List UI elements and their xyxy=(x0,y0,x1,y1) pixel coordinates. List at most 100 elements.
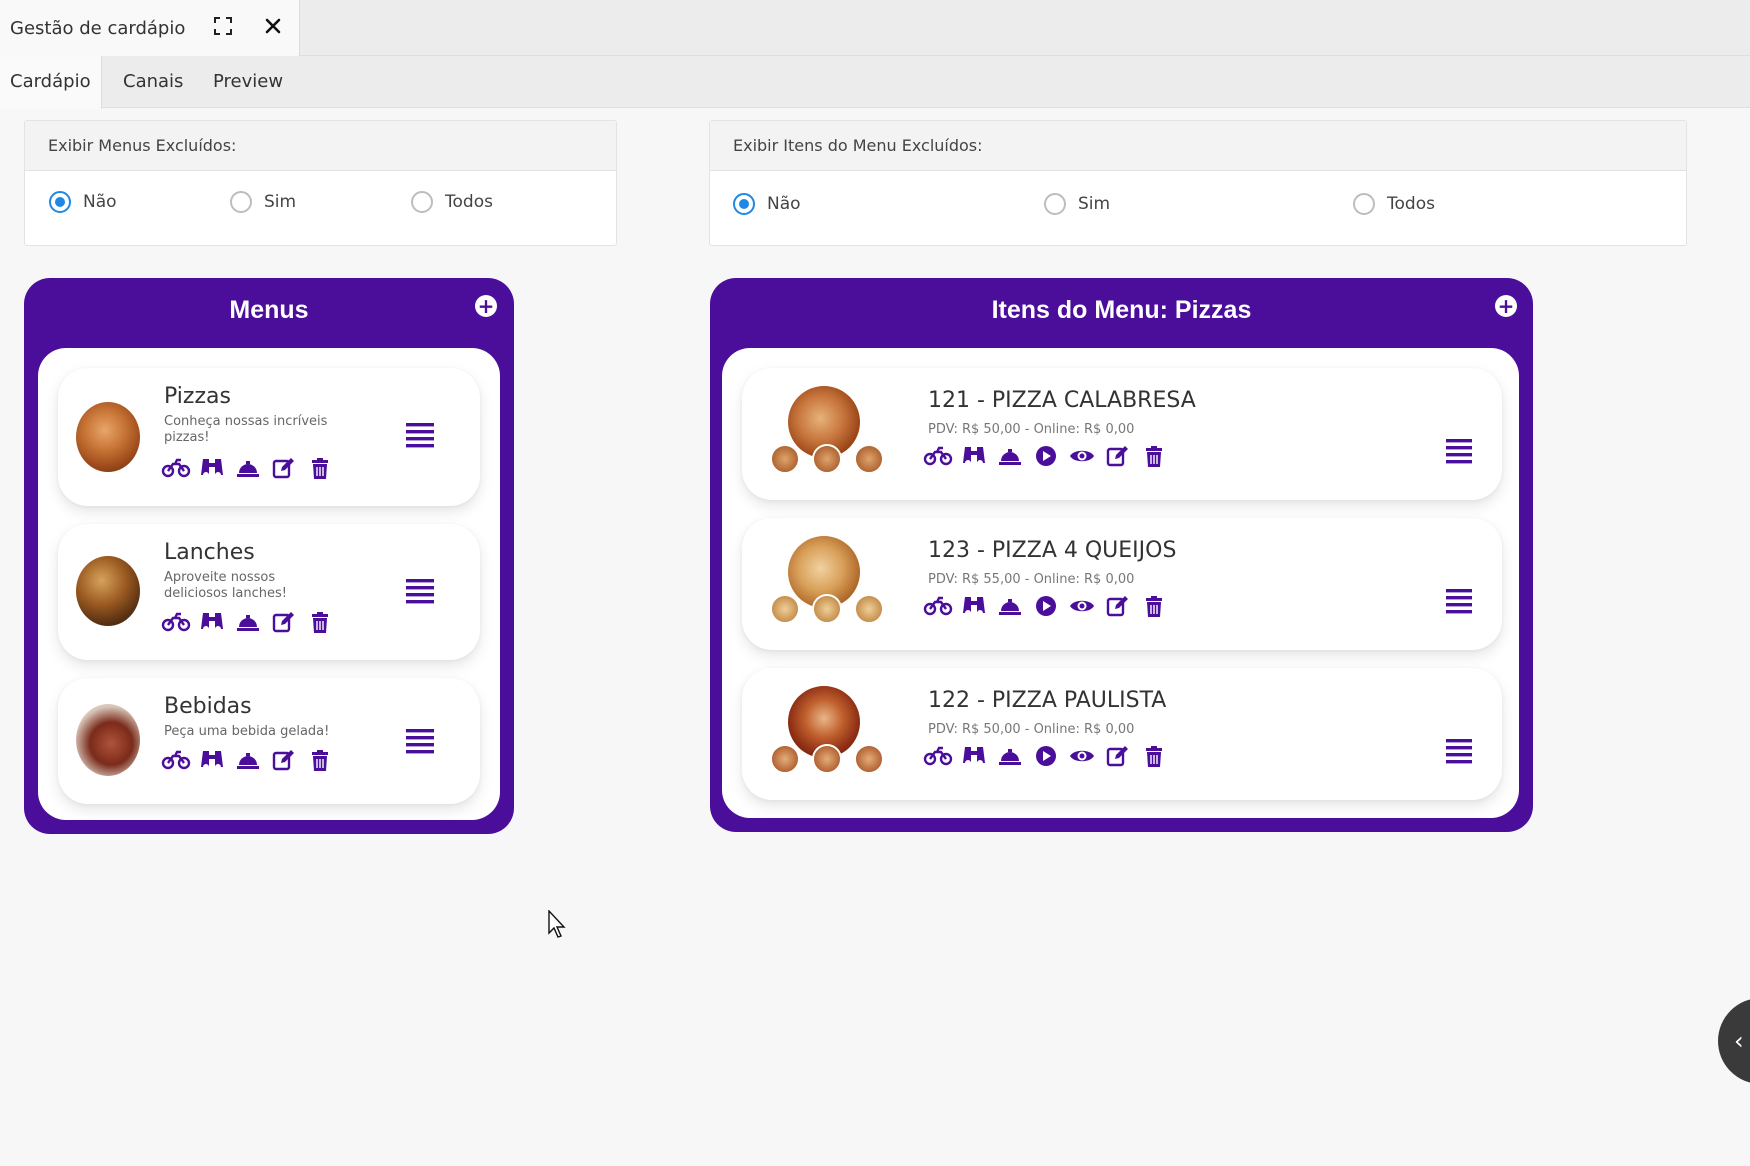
hamburger-icon[interactable] xyxy=(406,578,434,608)
plus-circle-icon[interactable]: + xyxy=(475,295,497,317)
cloche-icon[interactable] xyxy=(230,746,266,774)
item-photo-thumb[interactable] xyxy=(812,444,842,474)
item-card-calabresa[interactable]: 121 - PIZZA CALABRESA PDV: R$ 50,00 - On… xyxy=(742,368,1502,500)
eye-icon[interactable] xyxy=(1064,442,1100,470)
radio-dot[interactable] xyxy=(49,191,71,213)
radio-label: Não xyxy=(83,192,117,212)
item-card-paulista[interactable]: 122 - PIZZA PAULISTA PDV: R$ 50,00 - Onl… xyxy=(742,668,1502,800)
menu-actions xyxy=(158,746,338,774)
radio-items-sim[interactable]: Sim xyxy=(1044,193,1110,215)
radio-menus-todos[interactable]: Todos xyxy=(411,191,493,213)
motorcycle-icon[interactable] xyxy=(158,608,194,636)
item-photo-thumb[interactable] xyxy=(812,594,842,624)
cloche-icon[interactable] xyxy=(230,608,266,636)
item-photo-thumb[interactable] xyxy=(854,444,884,474)
hamburger-icon[interactable] xyxy=(406,422,434,452)
edit-icon[interactable] xyxy=(266,608,302,636)
binoculars-icon[interactable] xyxy=(956,742,992,770)
tab-canais[interactable]: Canais xyxy=(113,56,193,108)
motorcycle-icon[interactable] xyxy=(158,746,194,774)
trash-icon[interactable] xyxy=(1136,442,1172,470)
item-photo-thumb[interactable] xyxy=(854,744,884,774)
item-photo-thumb[interactable] xyxy=(770,594,800,624)
cloche-icon[interactable] xyxy=(992,442,1028,470)
menu-name: Bebidas xyxy=(164,694,252,719)
cloche-icon[interactable] xyxy=(230,454,266,482)
radio-dot[interactable] xyxy=(1044,193,1066,215)
trash-icon[interactable] xyxy=(302,454,338,482)
binoculars-icon[interactable] xyxy=(194,608,230,636)
item-actions xyxy=(920,742,1172,770)
radio-menus-sim[interactable]: Sim xyxy=(230,191,296,213)
menu-card-lanches[interactable]: Lanches Aproveite nossos deliciosos lanc… xyxy=(58,524,480,660)
eye-icon[interactable] xyxy=(1064,742,1100,770)
item-photo-thumb[interactable] xyxy=(854,594,884,624)
trash-icon[interactable] xyxy=(1136,592,1172,620)
window-tab[interactable]: Gestão de cardápio xyxy=(0,0,300,56)
radio-items-todos[interactable]: Todos xyxy=(1353,193,1435,215)
expand-icon[interactable] xyxy=(213,16,233,41)
hamburger-icon[interactable] xyxy=(406,728,434,758)
radio-dot[interactable] xyxy=(733,193,755,215)
tab-cardapio[interactable]: Cardápio xyxy=(0,56,102,109)
hamburger-icon[interactable] xyxy=(1446,738,1472,768)
menu-name: Lanches xyxy=(164,540,255,565)
mouse-cursor-icon xyxy=(548,909,568,944)
radio-dot[interactable] xyxy=(230,191,252,213)
edit-icon[interactable] xyxy=(266,746,302,774)
close-icon[interactable] xyxy=(264,16,282,40)
motorcycle-icon[interactable] xyxy=(920,442,956,470)
radio-menus-nao[interactable]: Não xyxy=(49,191,117,213)
item-price: PDV: R$ 50,00 - Online: R$ 0,00 xyxy=(928,722,1135,737)
radio-label: Todos xyxy=(1387,194,1435,214)
edit-icon[interactable] xyxy=(1100,442,1136,470)
menu-name: Pizzas xyxy=(164,384,231,409)
chevron-left-icon[interactable]: ‹ xyxy=(1718,998,1750,1084)
item-price: PDV: R$ 50,00 - Online: R$ 0,00 xyxy=(928,422,1135,437)
trash-icon[interactable] xyxy=(302,746,338,774)
menu-card-bebidas[interactable]: Bebidas Peça uma bebida gelada! xyxy=(58,678,480,804)
eye-icon[interactable] xyxy=(1064,592,1100,620)
radio-label: Não xyxy=(767,194,801,214)
radio-dot[interactable] xyxy=(1353,193,1375,215)
motorcycle-icon[interactable] xyxy=(920,592,956,620)
item-photo-thumb[interactable] xyxy=(770,744,800,774)
cloche-icon[interactable] xyxy=(992,592,1028,620)
filter-items-excluded: Exibir Itens do Menu Excluídos: Não Sim … xyxy=(709,120,1687,246)
play-icon[interactable] xyxy=(1028,442,1064,470)
play-icon[interactable] xyxy=(1028,742,1064,770)
motorcycle-icon[interactable] xyxy=(920,742,956,770)
item-name: 121 - PIZZA CALABRESA xyxy=(928,388,1196,413)
binoculars-icon[interactable] xyxy=(956,442,992,470)
edit-icon[interactable] xyxy=(1100,592,1136,620)
binoculars-icon[interactable] xyxy=(956,592,992,620)
menu-actions xyxy=(158,454,338,482)
trash-icon[interactable] xyxy=(302,608,338,636)
motorcycle-icon[interactable] xyxy=(158,454,194,482)
play-icon[interactable] xyxy=(1028,592,1064,620)
edit-icon[interactable] xyxy=(1100,742,1136,770)
menu-card-pizzas[interactable]: Pizzas Conheça nossas incríveis pizzas! xyxy=(58,368,480,506)
hamburger-icon[interactable] xyxy=(1446,438,1472,468)
trash-icon[interactable] xyxy=(1136,742,1172,770)
window-titlebar: Gestão de cardápio xyxy=(0,0,1750,56)
hamburger-icon[interactable] xyxy=(1446,588,1472,618)
item-card-4-queijos[interactable]: 123 - PIZZA 4 QUEIJOS PDV: R$ 55,00 - On… xyxy=(742,518,1502,650)
edit-icon[interactable] xyxy=(266,454,302,482)
plus-circle-icon[interactable]: + xyxy=(1495,295,1517,317)
item-photo-thumb[interactable] xyxy=(770,444,800,474)
menu-actions xyxy=(158,608,338,636)
cloche-icon[interactable] xyxy=(992,742,1028,770)
binoculars-icon[interactable] xyxy=(194,746,230,774)
filter-menus-header: Exibir Menus Excluídos: xyxy=(25,121,616,171)
radio-items-nao[interactable]: Não xyxy=(733,193,801,215)
menu-thumb xyxy=(76,556,140,626)
items-list: 121 - PIZZA CALABRESA PDV: R$ 50,00 - On… xyxy=(722,348,1519,818)
menu-thumb xyxy=(76,402,140,472)
tab-preview[interactable]: Preview xyxy=(203,56,293,108)
item-name: 122 - PIZZA PAULISTA xyxy=(928,688,1167,713)
item-photo-thumb[interactable] xyxy=(812,744,842,774)
binoculars-icon[interactable] xyxy=(194,454,230,482)
radio-dot[interactable] xyxy=(411,191,433,213)
radio-label: Sim xyxy=(264,192,297,212)
